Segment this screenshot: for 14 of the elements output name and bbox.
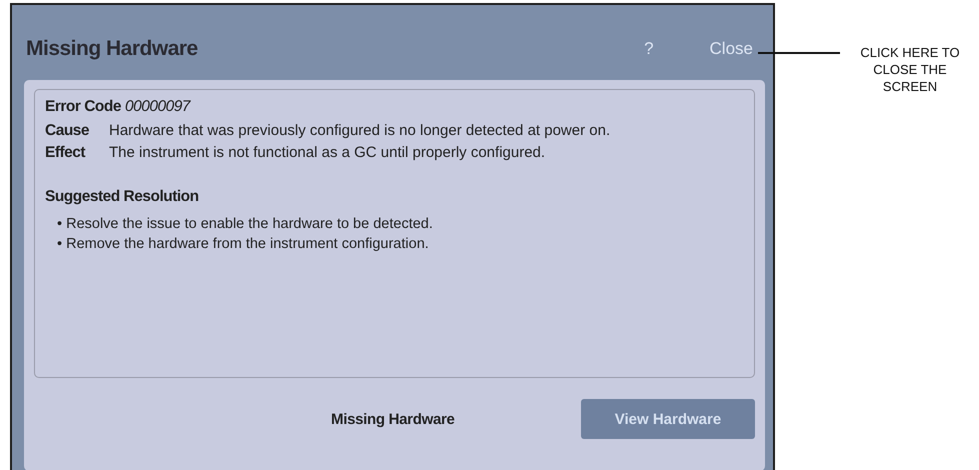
error-code-value: 00000097 — [124, 98, 190, 116]
detail-label: Effect — [45, 144, 86, 162]
footer-label: Missing Hardware — [331, 410, 455, 428]
resolution-item: • Remove the hardware from the instrument configuration. — [57, 236, 429, 252]
resolution-heading: Suggested Resolution — [45, 188, 199, 205]
help-button[interactable]: ? — [644, 38, 654, 58]
detail-text: The instrument is not functional as a GC until properly configured. — [109, 144, 546, 162]
resolution-item: • Resolve the issue to enable the hardware to be detected. — [57, 216, 433, 232]
error-code-label: Error Code — [45, 98, 121, 116]
detail-label: Cause — [45, 122, 90, 140]
detail-text: Hardware that was previously configured is no longer detected at power on. — [109, 122, 610, 140]
close-button[interactable]: Close — [710, 38, 753, 58]
annotation-text: CLICK HERE TO CLOSE THE SCREEN — [859, 44, 961, 95]
dialog-title: Missing Hardware — [26, 36, 199, 60]
